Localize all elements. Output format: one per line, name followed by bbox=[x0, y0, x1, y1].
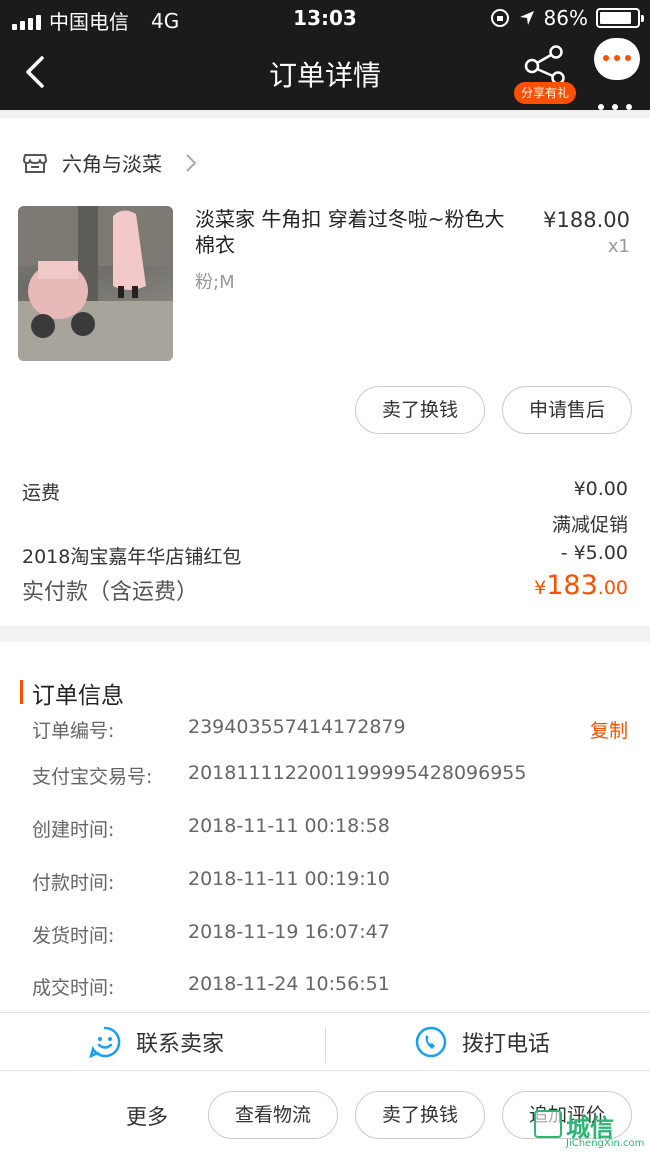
watermark-logo-icon bbox=[534, 1110, 562, 1138]
shipping-value: ¥0.00 bbox=[573, 478, 628, 500]
info-label: 订单编号: bbox=[32, 720, 115, 742]
product-price: ¥188.00 bbox=[543, 208, 630, 232]
watermark: 城信 JiChengXin.com bbox=[530, 1104, 648, 1154]
shipping-label: 运费 bbox=[22, 482, 61, 504]
chevron-right-icon bbox=[186, 153, 197, 172]
status-right: 86% bbox=[490, 6, 644, 30]
more-menu-dots-icon[interactable] bbox=[598, 104, 632, 110]
coupon-label: 2018淘宝嘉年华店铺红包 bbox=[22, 546, 242, 568]
info-label: 发货时间: bbox=[32, 925, 115, 947]
copy-button[interactable]: 复制 bbox=[590, 716, 628, 743]
sell-for-cash-button[interactable]: 卖了换钱 bbox=[355, 386, 485, 434]
info-label: 创建时间: bbox=[32, 819, 115, 841]
total-currency: ¥ bbox=[534, 577, 547, 599]
chat-face-icon bbox=[89, 1026, 121, 1059]
created-time: 2018-11-11 00:18:58 bbox=[188, 815, 390, 837]
call-phone-button[interactable]: 拨打电话 bbox=[414, 1013, 550, 1071]
total-integer: 183 bbox=[546, 570, 598, 601]
section-title: 订单信息 bbox=[32, 683, 124, 709]
battery-percent: 86% bbox=[543, 6, 588, 30]
completed-time: 2018-11-24 10:56:51 bbox=[188, 973, 390, 995]
share-icon bbox=[524, 45, 565, 84]
product-title[interactable]: 淡菜家 牛角扣 穿着过冬啦~粉色大棉衣 bbox=[195, 206, 515, 258]
order-number: 239403557414172879 bbox=[188, 716, 406, 738]
shop-name: 六角与淡菜 bbox=[62, 152, 162, 176]
info-label: 付款时间: bbox=[32, 872, 115, 894]
location-icon bbox=[519, 11, 534, 25]
shop-row[interactable]: 六角与淡菜 bbox=[22, 148, 198, 177]
nav-row: 订单详情 分享有礼 bbox=[0, 36, 650, 110]
promo-label: 满减促销 bbox=[551, 514, 628, 536]
coupon-value: - ¥5.00 bbox=[560, 542, 628, 564]
share-button[interactable]: 分享有礼 bbox=[514, 44, 576, 104]
rotation-lock-icon bbox=[490, 9, 509, 27]
watermark-sub: JiChengXin.com bbox=[566, 1138, 645, 1149]
contact-bar: 联系卖家 拨打电话 bbox=[0, 1012, 650, 1070]
product-photo bbox=[18, 206, 173, 361]
product-thumbnail[interactable] bbox=[18, 206, 173, 361]
info-label: 支付宝交易号: bbox=[32, 766, 153, 788]
contact-seller-label: 联系卖家 bbox=[136, 1032, 225, 1057]
more-menu-button[interactable] bbox=[594, 38, 640, 80]
section-accent-bar bbox=[20, 680, 23, 704]
order-card: 六角与淡菜 淡菜家 牛角扣 穿着过冬啦~粉色大棉衣 粉;M ¥188.00 x1… bbox=[0, 118, 650, 626]
product-quantity: x1 bbox=[607, 236, 630, 257]
product-sku: 粉;M bbox=[195, 272, 235, 293]
total-decimal: .00 bbox=[597, 577, 628, 599]
total-amount: ¥183.00 bbox=[534, 570, 628, 601]
share-badge: 分享有礼 bbox=[514, 82, 576, 104]
alipay-trade-number: 2018111122001199995428096955 bbox=[188, 762, 527, 784]
shipped-time: 2018-11-19 16:07:47 bbox=[188, 921, 390, 943]
order-info-card: 订单信息 订单编号: 239403557414172879 复制 支付宝交易号:… bbox=[0, 642, 650, 1012]
store-icon bbox=[23, 153, 47, 173]
total-label: 实付款（含运费） bbox=[22, 580, 199, 605]
divider bbox=[325, 1027, 326, 1063]
contact-seller-button[interactable]: 联系卖家 bbox=[88, 1013, 224, 1071]
after-sales-button[interactable]: 申请售后 bbox=[502, 386, 632, 434]
paid-time: 2018-11-11 00:19:10 bbox=[188, 868, 390, 890]
battery-icon bbox=[596, 8, 644, 28]
phone-icon bbox=[415, 1026, 447, 1058]
sell-for-cash-bottom-button[interactable]: 卖了换钱 bbox=[355, 1091, 485, 1139]
call-phone-label: 拨打电话 bbox=[462, 1032, 551, 1057]
status-bar: 中国电信 4G 13:03 86% bbox=[0, 0, 650, 36]
view-logistics-button[interactable]: 查看物流 bbox=[208, 1091, 338, 1139]
info-label: 成交时间: bbox=[32, 977, 115, 999]
top-bar: 中国电信 4G 13:03 86% 订单详情 分享有礼 bbox=[0, 0, 650, 110]
more-actions-button[interactable]: 更多 bbox=[126, 1101, 168, 1131]
